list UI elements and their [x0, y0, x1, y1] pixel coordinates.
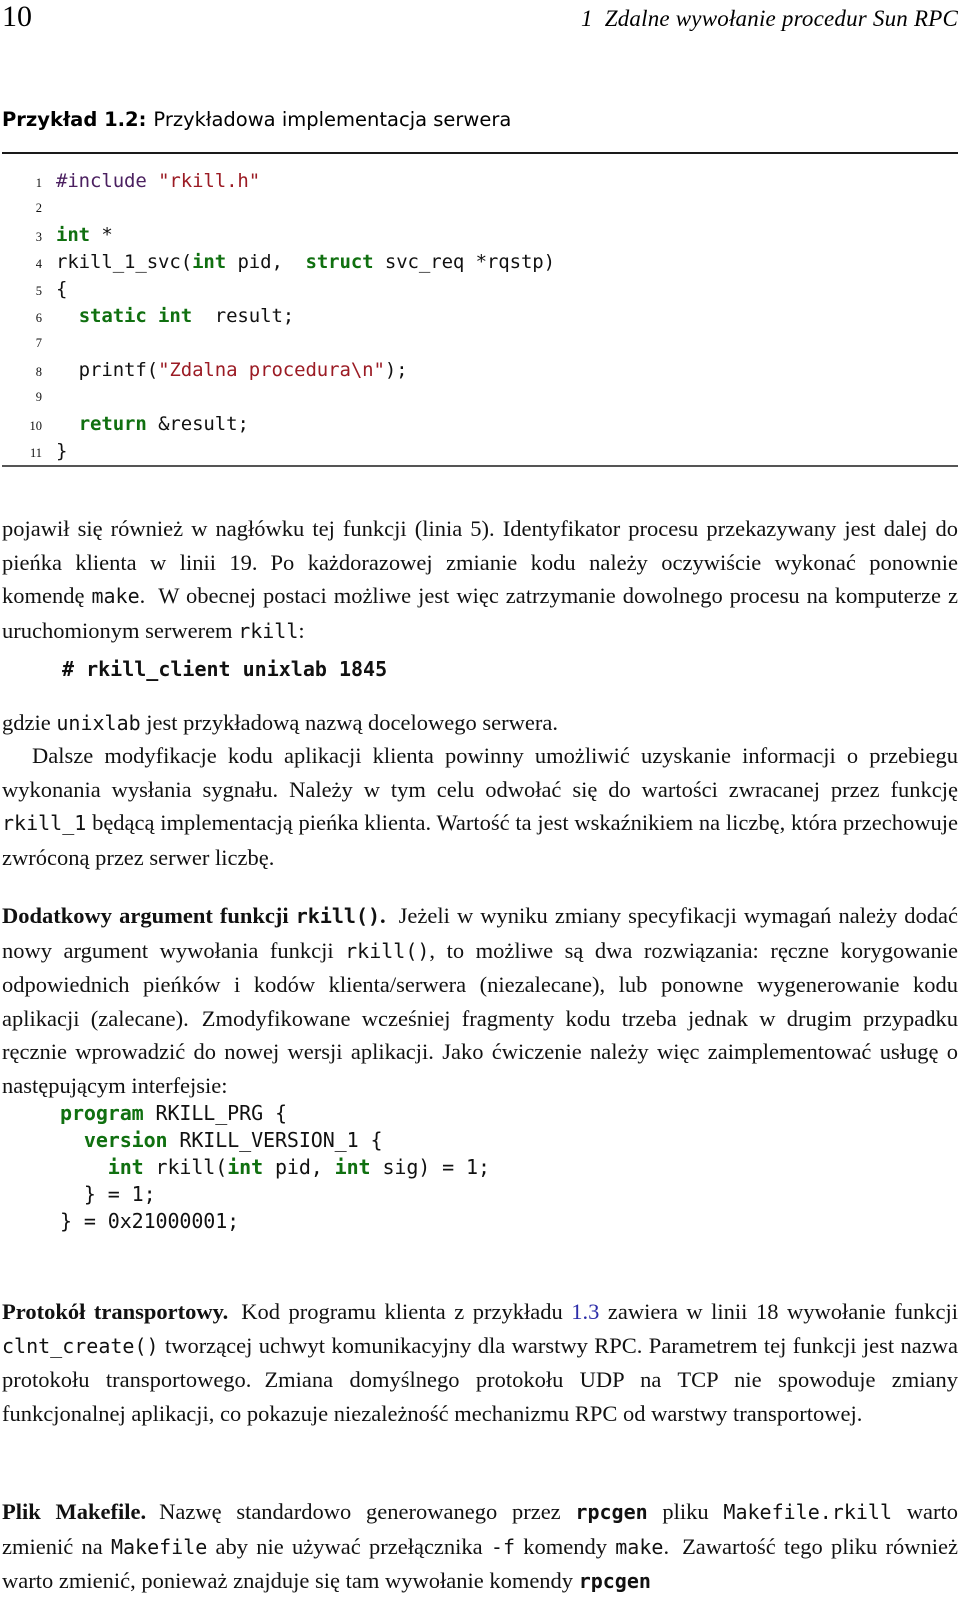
code-line-text: rkill_1_svc(int pid, struct svc_req *rqs…	[56, 249, 555, 276]
code-token: RKILL_VERSION_1 {	[167, 1128, 383, 1152]
code-token: int	[334, 1155, 371, 1179]
code-listing-server: 1 #include "rkill.h" 2 3 int * 4 rkill_1_svc(i…	[0, 168, 956, 465]
code-line: 5{	[0, 276, 956, 303]
code-listing-idl: program RKILL_PRG { version RKILL_VERSIO…	[60, 1100, 490, 1235]
code-token: return	[78, 413, 147, 435]
code-token: result;	[192, 305, 295, 327]
code-line-text: } = 1;	[60, 1181, 156, 1208]
shell-command-line: # rkill_client unixlab 1845	[62, 657, 388, 681]
listing-rule-bottom	[2, 465, 958, 467]
page-number: 10	[2, 0, 32, 33]
code-token: sig) = 1;	[370, 1155, 490, 1179]
code-line: program RKILL_PRG {	[60, 1100, 490, 1127]
code-token: }	[56, 440, 68, 462]
code-line: } = 0x21000001;	[60, 1208, 490, 1235]
code-line-number: 3	[35, 230, 42, 244]
code-line-text: return &result;	[56, 411, 249, 438]
document-page: 10 1 Zdalne wywołanie procedur Sun RPC Pr…	[0, 0, 960, 1601]
code-token: struct	[305, 251, 374, 273]
code-token: int	[56, 224, 91, 246]
code-line-number: 11	[29, 446, 42, 460]
code-line: 2	[0, 195, 956, 222]
code-line: 1 #include "rkill.h"	[0, 168, 956, 195]
code-token: RKILL_PRG {	[143, 1101, 287, 1125]
code-token: #include	[56, 170, 159, 192]
code-line: 8 printf("Zdalna procedura\n");	[0, 357, 956, 384]
code-token: "Zdalna procedura\n"	[158, 359, 385, 381]
code-token: program	[60, 1101, 144, 1125]
code-line-text: #include "rkill.h"	[56, 168, 260, 195]
code-token: } = 0x21000001;	[60, 1209, 240, 1233]
code-line-number: 7	[35, 336, 42, 350]
running-head: 10 1 Zdalne wywołanie procedur Sun RPC	[0, 0, 960, 40]
code-line-number: 8	[35, 365, 42, 379]
code-token: pid,	[226, 251, 306, 273]
code-token: {	[56, 278, 68, 300]
code-line-number: 5	[35, 284, 42, 298]
code-token: printf(	[56, 359, 159, 381]
listing-rule-top	[2, 152, 958, 154]
chapter-number: 1	[581, 6, 593, 31]
code-line: 3 int *	[0, 222, 956, 249]
code-line-text: {	[56, 276, 67, 303]
paragraph-client-modifications: Dalsze modyfikacje kodu aplikacji klient…	[2, 743, 958, 870]
code-line-number: 6	[35, 311, 42, 325]
code-line-text: int rkill(int pid, int sig) = 1;	[60, 1154, 490, 1181]
example-caption: Przykład 1.2: Przykładowa implementacja s…	[2, 108, 958, 132]
code-token: );	[384, 359, 408, 381]
code-line-number: 1	[35, 176, 42, 190]
chapter-running-title: 1 Zdalne wywołanie procedur Sun RPC	[581, 4, 960, 34]
code-token: } = 1;	[60, 1182, 156, 1206]
code-line: } = 1;	[60, 1181, 490, 1208]
code-line-text: printf("Zdalna procedura\n");	[56, 357, 408, 384]
code-token: &result;	[146, 413, 249, 435]
code-token: *	[90, 224, 113, 246]
code-token: svc_req *rqstp)	[373, 251, 555, 273]
paragraph-transport-protocol: Protokół transportowy. Kod programu klien…	[2, 1299, 958, 1426]
code-line: 11}	[0, 438, 956, 465]
code-line-number: 10	[29, 419, 43, 433]
code-token: int	[107, 1155, 144, 1179]
example-caption-label: Przykład 1.2:	[2, 108, 147, 131]
code-token: int	[227, 1155, 264, 1179]
example-caption-description: Przykładowa implementacja serwera	[153, 108, 512, 131]
code-line-text: int *	[56, 222, 113, 249]
code-line-text: version RKILL_VERSION_1 {	[60, 1127, 383, 1154]
code-line: 4 rkill_1_svc(int pid, struct svc_req *rq…	[0, 249, 956, 276]
code-line-number: 2	[35, 201, 42, 215]
code-line-text: }	[56, 438, 67, 465]
code-line-text: program RKILL_PRG {	[60, 1100, 287, 1127]
code-line: 7	[0, 330, 956, 357]
code-token: rkill(	[143, 1155, 228, 1179]
code-token: pid,	[263, 1155, 335, 1179]
paragraph-extra-argument: Dodatkowy argument funkcji rkill(). Jeżel…	[2, 903, 959, 1098]
code-token: "rkill.h"	[158, 170, 261, 192]
code-line: 9	[0, 384, 956, 411]
code-line-number: 4	[35, 257, 42, 271]
paragraph-after-listing: pojawił się również w nagłówku tej funkc…	[2, 516, 958, 643]
chapter-title: Zdalne wywołanie procedur Sun RPC	[604, 6, 958, 31]
code-token: int	[192, 251, 227, 273]
code-token: version	[83, 1128, 168, 1152]
code-line-number: 9	[35, 390, 42, 404]
code-line: version RKILL_VERSION_1 {	[60, 1127, 490, 1154]
code-token: rkill_1_svc(	[56, 251, 193, 273]
code-token: static int	[78, 305, 193, 327]
code-line: 10 return &result;	[0, 411, 956, 438]
paragraph-makefile: Plik Makefile. Nazwę standardowo generowa…	[2, 1499, 958, 1593]
code-line: 6 static int result;	[0, 303, 956, 330]
code-line: int rkill(int pid, int sig) = 1;	[60, 1154, 490, 1181]
code-line-text: } = 0x21000001;	[60, 1208, 239, 1235]
code-line-text: static int result;	[56, 303, 295, 330]
paragraph-unixlab: gdzie unixlab jest przykładową nazwą doc…	[2, 710, 558, 735]
